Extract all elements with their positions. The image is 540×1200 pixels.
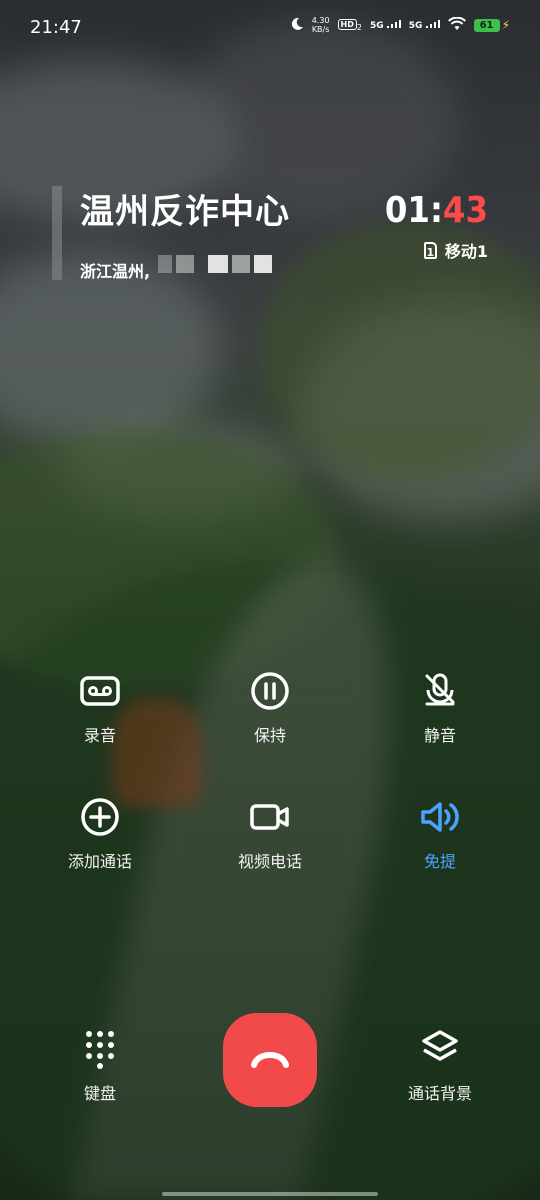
call-duration-colon: : bbox=[429, 190, 443, 231]
net-speed-value: 4.30 bbox=[311, 16, 330, 25]
keypad-label: 键盘 bbox=[83, 1084, 116, 1103]
video-icon bbox=[250, 804, 289, 830]
moon-icon bbox=[290, 17, 304, 34]
speaker-button[interactable]: 免提 bbox=[370, 796, 510, 872]
end-call-button[interactable] bbox=[223, 1013, 317, 1107]
mic-off-icon bbox=[425, 673, 455, 706]
call-duration-seconds: 43 bbox=[442, 190, 488, 231]
call-background-button[interactable]: 通话背景 bbox=[370, 1028, 510, 1104]
wifi-icon bbox=[447, 16, 466, 34]
battery-icon: 61 ⚡ bbox=[473, 18, 510, 32]
mute-button[interactable]: 静音 bbox=[370, 670, 510, 746]
add-circle-icon bbox=[81, 798, 119, 836]
caller-accent-bar bbox=[52, 186, 62, 280]
home-indicator[interactable] bbox=[162, 1192, 378, 1196]
status-bar: 21:47 4.30 KB/s HD 2 5G 5G 61 ⚡ bbox=[0, 0, 540, 56]
caller-location: 浙江温州, bbox=[80, 262, 151, 281]
call-background-label: 通话背景 bbox=[407, 1084, 472, 1103]
speaker-label: 免提 bbox=[423, 852, 456, 871]
sim-info: 1 移动1 bbox=[423, 238, 488, 262]
speaker-icon bbox=[421, 802, 459, 832]
hd-sub: 2 bbox=[356, 23, 362, 33]
status-icons: 4.30 KB/s HD 2 5G 5G 61 ⚡ bbox=[290, 16, 510, 34]
call-duration-minutes: 01 bbox=[384, 190, 430, 231]
signal-icon: 5G bbox=[369, 19, 401, 31]
charging-icon: ⚡ bbox=[501, 18, 510, 32]
layers-icon bbox=[422, 1030, 458, 1061]
pause-icon bbox=[251, 672, 289, 710]
video-call-button[interactable]: 视频电话 bbox=[200, 796, 340, 872]
hd-label: HD bbox=[337, 19, 357, 31]
signal-label-1: 5G bbox=[369, 20, 384, 31]
record-button[interactable]: 录音 bbox=[30, 670, 170, 746]
signal-icon: 5G bbox=[408, 19, 440, 31]
video-call-label: 视频电话 bbox=[237, 852, 302, 871]
status-time: 21:47 bbox=[30, 17, 82, 38]
mute-label: 静音 bbox=[423, 726, 456, 745]
caller-name: 温州反诈中心 bbox=[80, 192, 290, 232]
net-speed-unit: KB/s bbox=[311, 25, 330, 34]
hold-label: 保持 bbox=[253, 726, 286, 745]
hang-up-icon bbox=[251, 1051, 289, 1068]
battery-level: 61 bbox=[473, 18, 500, 32]
sim-card-icon: 1 bbox=[423, 241, 437, 259]
signal-label-2: 5G bbox=[408, 20, 423, 31]
voicemail-icon bbox=[80, 676, 120, 706]
net-speed: 4.30 KB/s bbox=[312, 16, 330, 34]
record-label: 录音 bbox=[83, 726, 116, 745]
add-call-label: 添加通话 bbox=[67, 852, 132, 871]
hd-icon: HD 2 bbox=[337, 17, 362, 33]
call-duration: 01:43 bbox=[385, 190, 488, 231]
keypad-button[interactable]: 键盘 bbox=[30, 1028, 170, 1104]
add-call-button[interactable]: 添加通话 bbox=[30, 796, 170, 872]
hold-button[interactable]: 保持 bbox=[200, 670, 340, 746]
masked-number bbox=[158, 255, 272, 273]
dialpad-icon bbox=[86, 1031, 114, 1069]
carrier-label: 移动1 bbox=[444, 242, 488, 261]
